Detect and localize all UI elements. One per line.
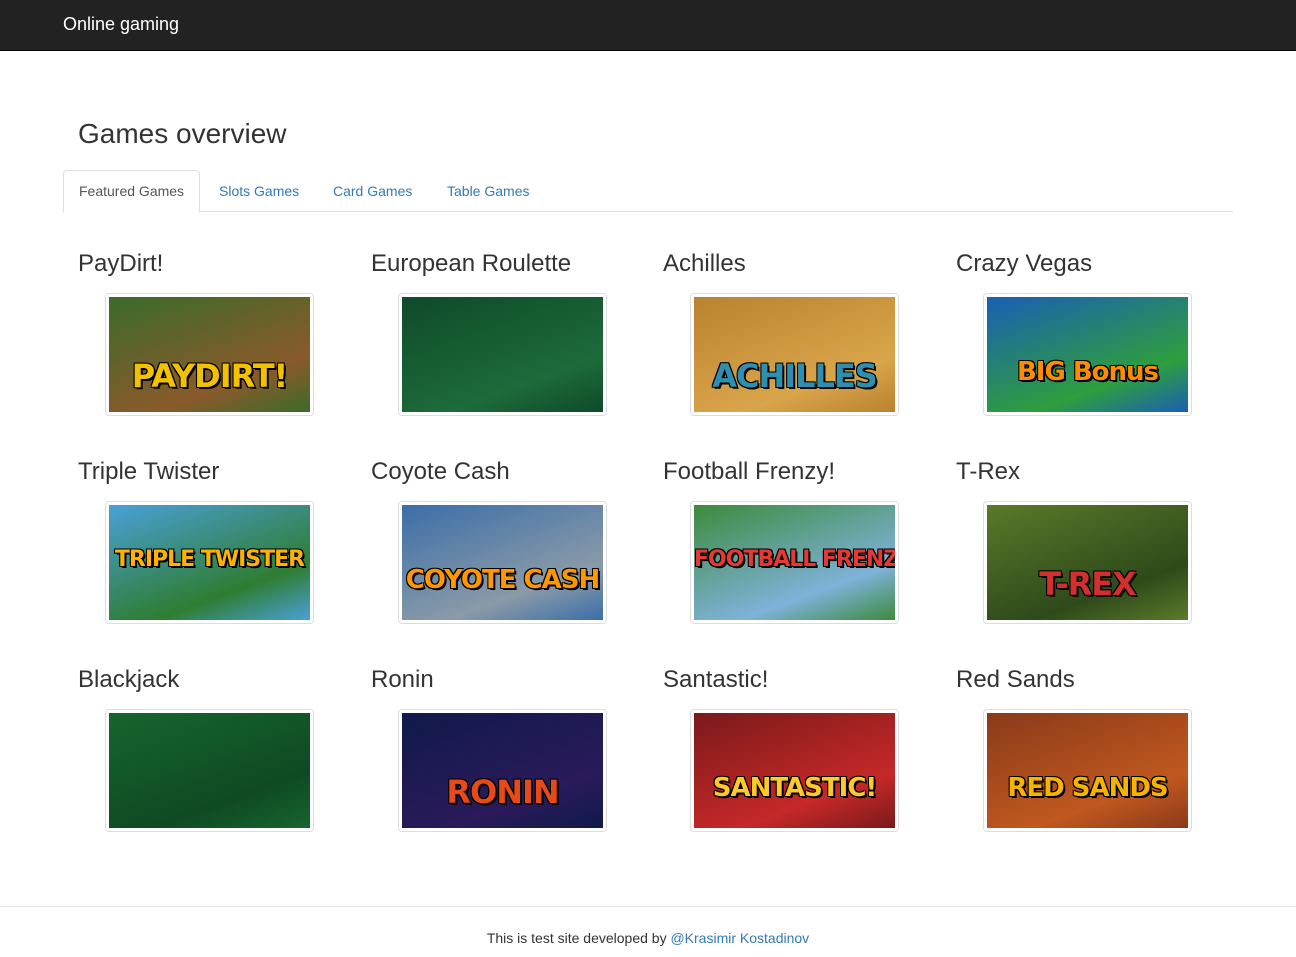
- game-title-blackjack: Blackjack: [78, 666, 180, 693]
- game-artwork: T-REX: [987, 505, 1188, 620]
- game-artwork-logo: T-REX: [1039, 565, 1137, 603]
- game-thumbnail-coyote-cash[interactable]: COYOTE CASH: [398, 501, 607, 624]
- game-title-crazy-vegas: Crazy Vegas: [956, 250, 1093, 277]
- game-artwork-logo: BIG Bonus: [1016, 357, 1159, 387]
- game-artwork: RONIN: [402, 713, 603, 828]
- game-title-santastic: Santastic!: [663, 666, 769, 693]
- game-title-football-frenzy: Football Frenzy!: [663, 458, 836, 485]
- game-title-t-rex: T-Rex: [956, 458, 1021, 485]
- footer: This is test site developed by @Krasimir…: [0, 906, 1296, 957]
- game-thumbnail-european-roulette[interactable]: [398, 293, 607, 416]
- game-artwork: TRIPLE TWISTER: [109, 505, 310, 620]
- game-artwork-logo: COYOTE CASH: [405, 565, 601, 595]
- game-artwork-logo: TRIPLE TWISTER: [114, 547, 305, 572]
- game-thumbnail-crazy-vegas[interactable]: BIG Bonus: [983, 293, 1192, 416]
- game-thumbnail-red-sands[interactable]: RED SANDS: [983, 709, 1192, 832]
- game-title-paydirt: PayDirt!: [78, 250, 164, 277]
- tab-featured-games[interactable]: Featured Games: [63, 170, 201, 213]
- game-title-european-roulette: European Roulette: [371, 250, 572, 277]
- game-artwork-logo: FOOTBALL FRENZY!: [694, 547, 895, 572]
- game-thumbnail-t-rex[interactable]: T-REX: [983, 501, 1192, 624]
- tab-slots-games[interactable]: Slots Games: [203, 170, 315, 212]
- game-artwork-logo: ACHILLES: [712, 357, 878, 395]
- game-artwork-logo: PAYDIRT!: [131, 357, 288, 395]
- game-title-triple-twister: Triple Twister: [78, 458, 220, 485]
- game-title-achilles: Achilles: [663, 250, 746, 277]
- tab-table-games[interactable]: Table Games: [431, 170, 545, 212]
- game-artwork: COYOTE CASH: [402, 505, 603, 620]
- game-thumbnail-santastic[interactable]: SANTASTIC!: [690, 709, 899, 832]
- footer-text: This is test site developed by @Krasimir…: [0, 930, 1296, 946]
- game-thumbnail-triple-twister[interactable]: TRIPLE TWISTER: [105, 501, 314, 624]
- footer-credit-text: This is test site developed by: [486, 930, 671, 946]
- game-artwork-logo: SANTASTIC!: [712, 773, 878, 803]
- game-artwork: BIG Bonus: [987, 297, 1188, 412]
- game-artwork: SANTASTIC!: [694, 713, 895, 828]
- game-thumbnail-blackjack[interactable]: [105, 709, 314, 832]
- game-artwork: ACHILLES: [694, 297, 895, 412]
- game-artwork: PAYDIRT!: [109, 297, 310, 412]
- game-artwork: [109, 713, 310, 828]
- game-artwork-logo: RONIN: [446, 773, 559, 811]
- game-thumbnail-achilles[interactable]: ACHILLES: [690, 293, 899, 416]
- game-title-coyote-cash: Coyote Cash: [371, 458, 510, 485]
- game-title-ronin: Ronin: [371, 666, 434, 693]
- game-artwork: RED SANDS: [987, 713, 1188, 828]
- game-title-red-sands: Red Sands: [956, 666, 1075, 693]
- footer-author-link[interactable]: @Krasimir Kostadinov: [670, 930, 809, 946]
- page-title: Games overview: [78, 118, 287, 149]
- tab-card-games[interactable]: Card Games: [317, 170, 428, 212]
- game-artwork: FOOTBALL FRENZY!: [694, 505, 895, 620]
- navbar-brand[interactable]: Online gaming: [63, 14, 179, 34]
- game-thumbnail-ronin[interactable]: RONIN: [398, 709, 607, 832]
- game-artwork-logo: RED SANDS: [1007, 773, 1168, 803]
- game-category-tabs: Featured Games Slots Games Card Games Ta…: [63, 170, 1233, 213]
- navbar: Online gaming: [0, 0, 1296, 51]
- game-artwork: [402, 297, 603, 412]
- game-thumbnail-football-frenzy[interactable]: FOOTBALL FRENZY!: [690, 501, 899, 624]
- game-thumbnail-paydirt[interactable]: PAYDIRT!: [105, 293, 314, 416]
